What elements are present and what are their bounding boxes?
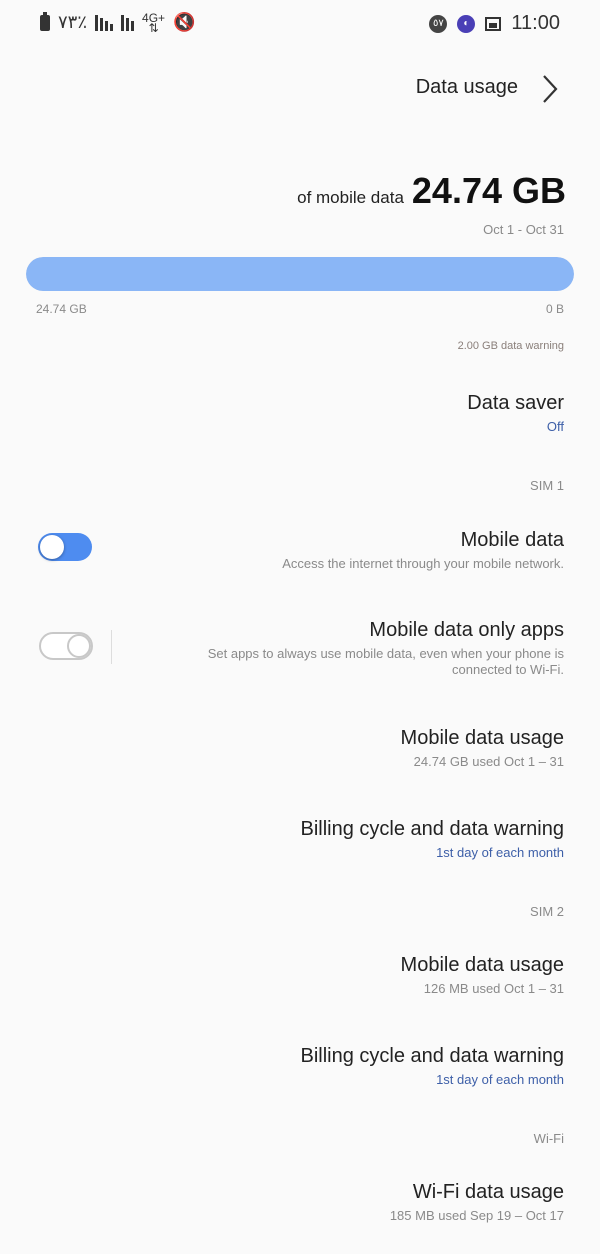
sim1-usage-row[interactable]: Mobile data usage 24.74 GB used Oct 1 – … <box>401 727 564 770</box>
status-bar-left: ٧٣٪ 4G+ ⇅ 🔇 <box>40 10 196 35</box>
page-title: Data usage <box>415 76 518 98</box>
usage-bar <box>26 257 574 291</box>
usage-summary: of mobile data 24.74 GB <box>297 170 566 212</box>
summary-amount: 24.74 GB <box>411 170 566 211</box>
section-wifi: Wi-Fi <box>533 1131 564 1146</box>
sim1-usage-subtitle: 24.74 GB used Oct 1 – 31 <box>413 754 564 769</box>
sim2-billing-title: Billing cycle and data warning <box>300 1045 565 1067</box>
header: Data usage <box>0 62 600 116</box>
battery-percent: ٧٣٪ <box>58 12 88 32</box>
mobile-data-only-apps-subtitle-1: Set apps to always use mobile data, even… <box>207 646 564 661</box>
data-saver-title: Data saver <box>467 392 564 414</box>
back-button[interactable] <box>534 72 564 106</box>
mobile-data-title: Mobile data <box>460 529 564 551</box>
scale-end-label: 24.74 GB <box>36 302 87 316</box>
toggle-knob <box>67 634 91 658</box>
mute-icon: 🔇 <box>173 12 196 32</box>
app-icon: ◐ <box>457 14 476 33</box>
data-saver-row[interactable]: Data saver Off <box>467 392 564 435</box>
sim2-billing-subtitle: 1st day of each month <box>436 1072 564 1087</box>
mobile-data-only-apps-title: Mobile data only apps <box>369 619 564 641</box>
mobile-data-only-apps-subtitle-2: connected to Wi-Fi. <box>452 662 564 677</box>
status-bar-right: ٥٧ ◐ 11:00 <box>429 12 560 35</box>
billing-period: Oct 1 - Oct 31 <box>483 222 564 237</box>
wifi-usage-title: Wi-Fi data usage <box>412 1181 564 1203</box>
toggle-knob <box>40 535 64 559</box>
section-sim2: SIM 2 <box>530 904 564 919</box>
divider <box>111 630 112 664</box>
scale-start-label: 0 B <box>545 302 564 316</box>
data-warning-label: 2.00 GB data warning <box>457 340 564 352</box>
sim1-billing-title: Billing cycle and data warning <box>300 818 565 840</box>
mobile-data-subtitle: Access the internet through your mobile … <box>282 556 564 571</box>
mobile-data-only-apps-row[interactable]: Mobile data only apps Set apps to always… <box>208 619 564 678</box>
mobile-data-only-apps-toggle[interactable] <box>39 632 93 660</box>
notification-icon: ٥٧ <box>429 14 448 33</box>
sim2-usage-subtitle: 126 MB used Oct 1 – 31 <box>423 981 564 996</box>
sim2-usage-title: Mobile data usage <box>400 954 564 976</box>
section-sim1: SIM 1 <box>530 478 564 493</box>
battery-icon <box>40 11 50 31</box>
mobile-data-toggle[interactable] <box>38 533 92 561</box>
wifi-usage-subtitle: 185 MB used Sep 19 – Oct 17 <box>389 1208 564 1223</box>
clock: 11:00 <box>511 12 560 34</box>
sim1-billing-subtitle: 1st day of each month <box>436 845 564 860</box>
image-icon <box>485 16 502 31</box>
sim2-usage-row[interactable]: Mobile data usage 126 MB used Oct 1 – 31 <box>401 954 564 997</box>
usage-bar-fill <box>26 257 574 291</box>
network-icon: 4G+ ⇅ <box>142 10 166 35</box>
mobile-data-row[interactable]: Mobile data Access the internet through … <box>282 529 564 572</box>
sim1-usage-title: Mobile data usage <box>400 727 564 749</box>
sim2-billing-row[interactable]: Billing cycle and data warning 1st day o… <box>301 1045 565 1088</box>
signal-icon-2 <box>121 14 135 31</box>
data-saver-value: Off <box>546 419 564 434</box>
wifi-usage-row[interactable]: Wi-Fi data usage 185 MB used Sep 19 – Oc… <box>390 1181 564 1224</box>
sim1-billing-row[interactable]: Billing cycle and data warning 1st day o… <box>301 818 565 861</box>
summary-suffix: of mobile data <box>297 188 404 207</box>
status-bar: ٧٣٪ 4G+ ⇅ 🔇 ٥٧ ◐ 11:00 <box>0 0 600 48</box>
chevron-icon <box>543 75 558 103</box>
signal-icon <box>95 14 114 31</box>
